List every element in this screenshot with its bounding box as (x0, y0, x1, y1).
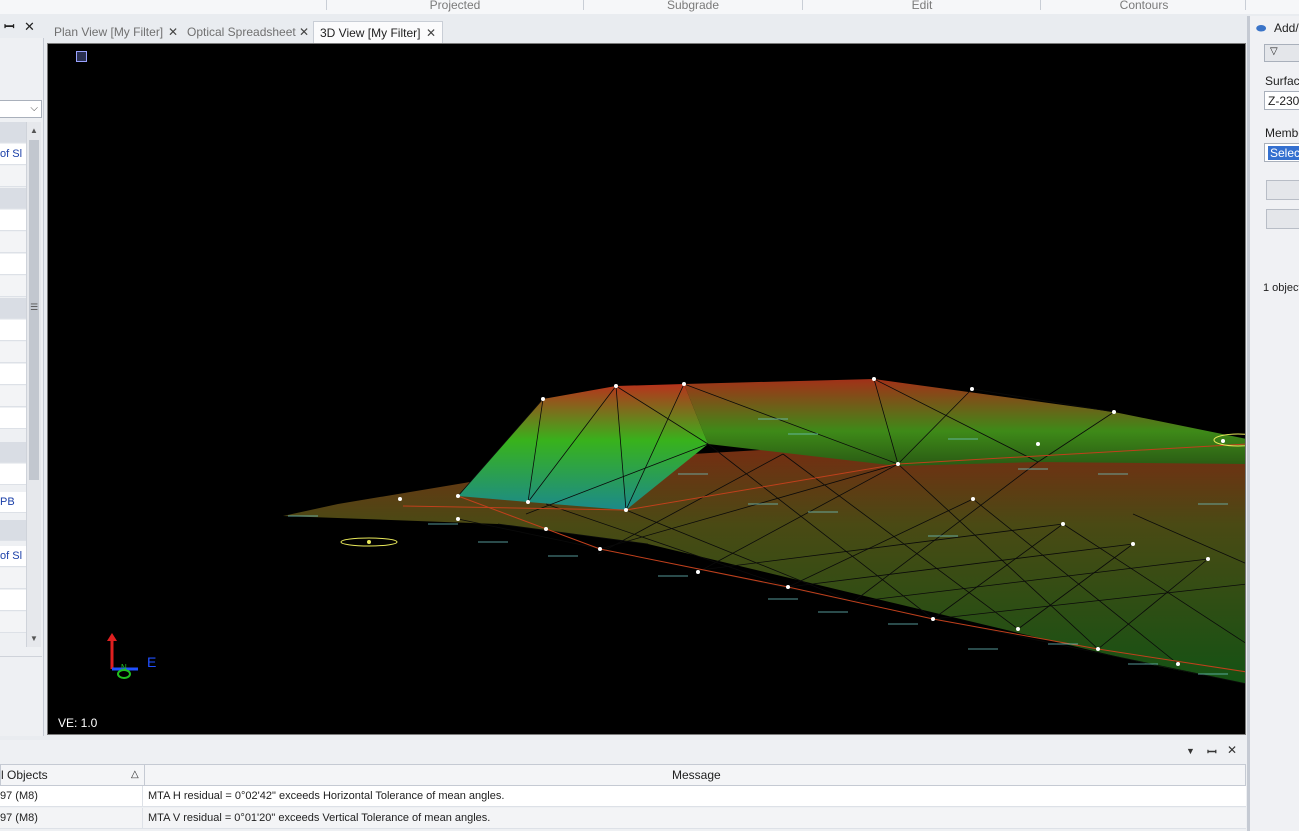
panel-title: Add/ (1274, 21, 1299, 35)
ribbon-separator (326, 0, 327, 10)
row-object: 97 (M8) (0, 786, 143, 807)
property-row[interactable] (0, 408, 26, 429)
property-row[interactable] (0, 386, 26, 407)
property-category[interactable] (0, 122, 26, 143)
chevron-down-icon: ⌵ (30, 103, 38, 114)
ribbon-group-labels: Projected Subgrade Edit Contours (0, 0, 1299, 14)
tab-label: Optical Spreadsheet (187, 25, 296, 39)
property-row[interactable] (0, 276, 26, 297)
column-divider[interactable] (144, 765, 145, 785)
column-header-message[interactable]: Message (672, 765, 721, 785)
objects-count: 1 object (1263, 282, 1299, 294)
property-grid-scrollbar[interactable]: ▲ ☰ ▼ (26, 122, 41, 647)
surface-label: Surface (1265, 74, 1299, 88)
dropdown-icon[interactable]: ▼ (1186, 746, 1195, 756)
3d-viewport[interactable]: E N VE: 1.0 (47, 43, 1246, 735)
surface-value: Z-2301 (1268, 94, 1299, 108)
add-button[interactable] (1266, 180, 1299, 200)
property-row[interactable] (0, 612, 26, 633)
property-row[interactable]: PB (0, 492, 26, 513)
tab-label: 3D View [My Filter] (320, 26, 421, 40)
pin-icon[interactable]: ꟷ (4, 19, 15, 35)
scroll-up-icon[interactable]: ▲ (30, 126, 38, 135)
property-category[interactable] (0, 520, 26, 541)
tab-label: Plan View [My Filter] (54, 25, 164, 39)
properties-panel: ꟷ ✕ ⌵ of Sl PB of Sl ▲ ☰ ▼ (0, 16, 44, 736)
vertical-exaggeration-label: VE: 1.0 (58, 716, 98, 730)
property-row[interactable] (0, 590, 26, 611)
tab-plan-view[interactable]: Plan View [My Filter] ✕ (48, 21, 180, 43)
sort-ascending-icon[interactable]: △ (131, 765, 139, 785)
row-message: MTA H residual = 0°02'42" exceeds Horizo… (148, 790, 505, 802)
properties-panel-header: ꟷ ✕ (0, 16, 44, 38)
object-type-select[interactable]: ⌵ (0, 100, 42, 118)
scroll-down-icon[interactable]: ▼ (30, 634, 38, 643)
row-message: MTA V residual = 0°01'20" exceeds Vertic… (148, 812, 491, 824)
surface-field[interactable]: Z-2301 (1264, 91, 1299, 110)
tab-3d-view[interactable]: 3D View [My Filter] ✕ (313, 21, 443, 43)
ribbon-group-subgrade: Subgrade (666, 0, 720, 12)
property-value: of Sl (0, 148, 23, 160)
ribbon-group-contours: Contours (1119, 0, 1169, 12)
property-value: PB (0, 496, 15, 508)
pin-icon[interactable]: ꟷ (1207, 743, 1217, 760)
document-tab-bar: Plan View [My Filter] ✕ Optical Spreadsh… (46, 19, 1246, 43)
property-row[interactable] (0, 320, 26, 341)
layers-icon: ⬬ (1256, 21, 1267, 35)
property-value: of Sl (0, 550, 23, 562)
member-label: Membe (1265, 126, 1299, 140)
ribbon-separator (583, 0, 584, 10)
close-icon[interactable]: ✕ (426, 22, 436, 44)
filter-icon[interactable]: ▽ (1270, 46, 1278, 57)
messages-table-header: l Objects △ Message (0, 764, 1246, 786)
messages-panel: ▼ ꟷ ✕ l Objects △ Message 97 (M8) MTA H … (0, 740, 1247, 831)
member-value: Select (1268, 146, 1299, 160)
property-row[interactable] (0, 232, 26, 253)
property-row[interactable] (0, 364, 26, 385)
row-object: 97 (M8) (0, 808, 143, 829)
property-row[interactable] (0, 568, 26, 589)
property-grid: of Sl PB of Sl (0, 122, 26, 647)
property-category[interactable] (0, 298, 26, 319)
property-row[interactable]: of Sl (0, 144, 26, 165)
property-category[interactable] (0, 188, 26, 209)
member-select[interactable]: Select (1264, 143, 1299, 162)
messages-panel-toolbar: ▼ ꟷ ✕ (0, 740, 1247, 762)
ribbon-group-edit: Edit (911, 0, 933, 12)
table-row[interactable]: 97 (M8) MTA V residual = 0°01'20" exceed… (0, 808, 1246, 829)
grip-icon: ☰ (30, 302, 39, 312)
property-row[interactable] (0, 254, 26, 275)
ribbon-group-projected: Projected (429, 0, 481, 12)
property-row[interactable] (0, 342, 26, 363)
filter-toolbar: ▽ (1264, 44, 1299, 62)
close-icon[interactable]: ✕ (1227, 743, 1237, 757)
remove-button[interactable] (1266, 209, 1299, 229)
close-icon[interactable]: ✕ (168, 21, 178, 43)
property-row[interactable]: of Sl (0, 546, 26, 567)
add-member-panel: ⬬ Add/ ▽ Surface Z-2301 Membe Select 1 o… (1247, 16, 1299, 831)
column-header-objects[interactable]: l Objects (1, 765, 48, 785)
property-row[interactable] (0, 166, 26, 187)
ribbon-separator (1040, 0, 1041, 10)
property-description-pane (0, 656, 42, 736)
property-row[interactable] (0, 210, 26, 231)
property-category[interactable] (0, 442, 26, 463)
ribbon-separator (802, 0, 803, 10)
close-icon[interactable]: ✕ (24, 19, 35, 35)
ribbon-separator (1245, 0, 1246, 10)
axis-triad: E N (107, 633, 156, 679)
tab-optical-spreadsheet[interactable]: Optical Spreadsheet ✕ (181, 21, 313, 43)
property-row[interactable] (0, 464, 26, 485)
axis-north-label: N (121, 663, 127, 672)
axis-east-label: E (147, 654, 156, 670)
table-row[interactable]: 97 (M8) MTA H residual = 0°02'42" exceed… (0, 786, 1246, 807)
terrain-surface-render: E N (107, 377, 1245, 684)
close-icon[interactable]: ✕ (299, 21, 309, 43)
